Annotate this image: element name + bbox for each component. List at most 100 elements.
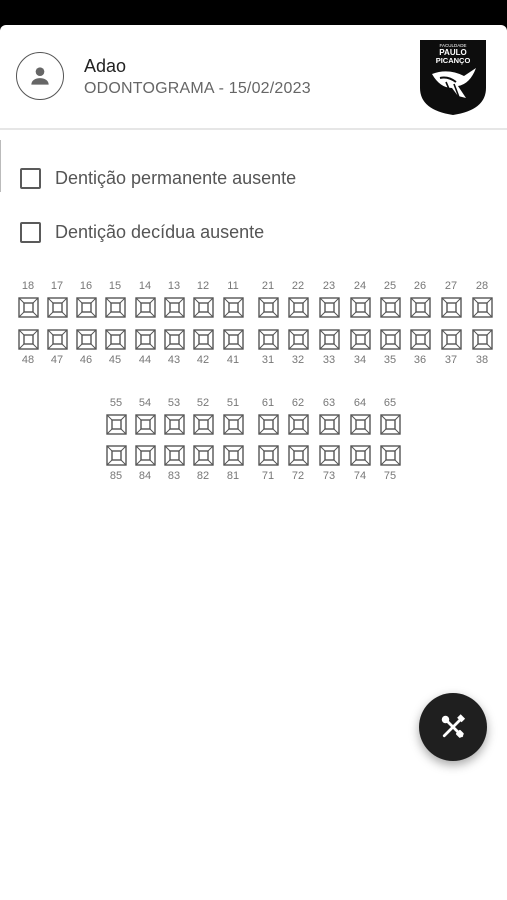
tooth-surface-diagram[interactable] [376, 329, 404, 350]
tooth-36[interactable]: 36 [406, 329, 434, 367]
tooth-surface-diagram[interactable] [346, 297, 374, 318]
tooth-surface-diagram[interactable] [43, 329, 71, 350]
tooth-surface-diagram[interactable] [254, 297, 282, 318]
tooth-14[interactable]: 14 [131, 280, 159, 318]
tooth-23[interactable]: 23 [315, 280, 343, 318]
tooth-61[interactable]: 61 [254, 397, 282, 435]
tooth-surface-diagram[interactable] [346, 445, 374, 466]
tooth-84[interactable]: 84 [131, 445, 159, 483]
deciduous-absent-option[interactable]: Dentição decídua ausente [20, 222, 264, 243]
tooth-46[interactable]: 46 [72, 329, 100, 367]
tooth-surface-diagram[interactable] [189, 297, 217, 318]
tooth-26[interactable]: 26 [406, 280, 434, 318]
tooth-73[interactable]: 73 [315, 445, 343, 483]
tooth-27[interactable]: 27 [437, 280, 465, 318]
tooth-21[interactable]: 21 [254, 280, 282, 318]
tooth-71[interactable]: 71 [254, 445, 282, 483]
tooth-54[interactable]: 54 [131, 397, 159, 435]
tooth-52[interactable]: 52 [189, 397, 217, 435]
tooth-32[interactable]: 32 [284, 329, 312, 367]
tooth-surface-diagram[interactable] [346, 329, 374, 350]
tooth-45[interactable]: 45 [101, 329, 129, 367]
tooth-31[interactable]: 31 [254, 329, 282, 367]
tooth-surface-diagram[interactable] [315, 297, 343, 318]
tooth-surface-diagram[interactable] [101, 329, 129, 350]
tooth-surface-diagram[interactable] [437, 297, 465, 318]
tooth-43[interactable]: 43 [160, 329, 188, 367]
tooth-surface-diagram[interactable] [101, 297, 129, 318]
tooth-surface-diagram[interactable] [160, 445, 188, 466]
tooth-28[interactable]: 28 [468, 280, 496, 318]
tooth-82[interactable]: 82 [189, 445, 217, 483]
tooth-surface-diagram[interactable] [189, 445, 217, 466]
tooth-12[interactable]: 12 [189, 280, 217, 318]
tooth-44[interactable]: 44 [131, 329, 159, 367]
tooth-53[interactable]: 53 [160, 397, 188, 435]
tooth-24[interactable]: 24 [346, 280, 374, 318]
tools-fab-button[interactable] [419, 693, 487, 761]
tooth-63[interactable]: 63 [315, 397, 343, 435]
tooth-surface-diagram[interactable] [131, 329, 159, 350]
tooth-surface-diagram[interactable] [254, 414, 282, 435]
tooth-47[interactable]: 47 [43, 329, 71, 367]
tooth-surface-diagram[interactable] [131, 414, 159, 435]
tooth-surface-diagram[interactable] [219, 329, 247, 350]
tooth-72[interactable]: 72 [284, 445, 312, 483]
tooth-surface-diagram[interactable] [43, 297, 71, 318]
tooth-35[interactable]: 35 [376, 329, 404, 367]
tooth-surface-diagram[interactable] [219, 414, 247, 435]
tooth-13[interactable]: 13 [160, 280, 188, 318]
tooth-surface-diagram[interactable] [346, 414, 374, 435]
tooth-55[interactable]: 55 [102, 397, 130, 435]
tooth-surface-diagram[interactable] [376, 414, 404, 435]
tooth-surface-diagram[interactable] [284, 297, 312, 318]
tooth-38[interactable]: 38 [468, 329, 496, 367]
tooth-surface-diagram[interactable] [468, 297, 496, 318]
tooth-surface-diagram[interactable] [14, 297, 42, 318]
tooth-surface-diagram[interactable] [376, 445, 404, 466]
tooth-65[interactable]: 65 [376, 397, 404, 435]
tooth-81[interactable]: 81 [219, 445, 247, 483]
tooth-surface-diagram[interactable] [315, 414, 343, 435]
tooth-surface-diagram[interactable] [14, 329, 42, 350]
tooth-surface-diagram[interactable] [376, 297, 404, 318]
tooth-74[interactable]: 74 [346, 445, 374, 483]
tooth-surface-diagram[interactable] [131, 297, 159, 318]
tooth-surface-diagram[interactable] [254, 445, 282, 466]
tooth-surface-diagram[interactable] [315, 445, 343, 466]
tooth-51[interactable]: 51 [219, 397, 247, 435]
tooth-surface-diagram[interactable] [131, 445, 159, 466]
tooth-surface-diagram[interactable] [189, 329, 217, 350]
tooth-surface-diagram[interactable] [160, 297, 188, 318]
tooth-surface-diagram[interactable] [437, 329, 465, 350]
tooth-surface-diagram[interactable] [160, 414, 188, 435]
tooth-surface-diagram[interactable] [102, 445, 130, 466]
tooth-62[interactable]: 62 [284, 397, 312, 435]
tooth-25[interactable]: 25 [376, 280, 404, 318]
tooth-83[interactable]: 83 [160, 445, 188, 483]
tooth-surface-diagram[interactable] [284, 414, 312, 435]
permanent-absent-option[interactable]: Dentição permanente ausente [20, 168, 296, 189]
tooth-42[interactable]: 42 [189, 329, 217, 367]
tooth-34[interactable]: 34 [346, 329, 374, 367]
tooth-surface-diagram[interactable] [102, 414, 130, 435]
tooth-37[interactable]: 37 [437, 329, 465, 367]
tooth-16[interactable]: 16 [72, 280, 100, 318]
tooth-48[interactable]: 48 [14, 329, 42, 367]
tooth-surface-diagram[interactable] [254, 329, 282, 350]
tooth-64[interactable]: 64 [346, 397, 374, 435]
tooth-surface-diagram[interactable] [219, 297, 247, 318]
tooth-surface-diagram[interactable] [72, 297, 100, 318]
tooth-surface-diagram[interactable] [315, 329, 343, 350]
tooth-41[interactable]: 41 [219, 329, 247, 367]
tooth-85[interactable]: 85 [102, 445, 130, 483]
tooth-surface-diagram[interactable] [219, 445, 247, 466]
tooth-22[interactable]: 22 [284, 280, 312, 318]
deciduous-absent-checkbox[interactable] [20, 222, 41, 243]
tooth-surface-diagram[interactable] [284, 329, 312, 350]
tooth-surface-diagram[interactable] [284, 445, 312, 466]
tooth-18[interactable]: 18 [14, 280, 42, 318]
tooth-surface-diagram[interactable] [189, 414, 217, 435]
tooth-surface-diagram[interactable] [468, 329, 496, 350]
tooth-11[interactable]: 11 [219, 280, 247, 318]
